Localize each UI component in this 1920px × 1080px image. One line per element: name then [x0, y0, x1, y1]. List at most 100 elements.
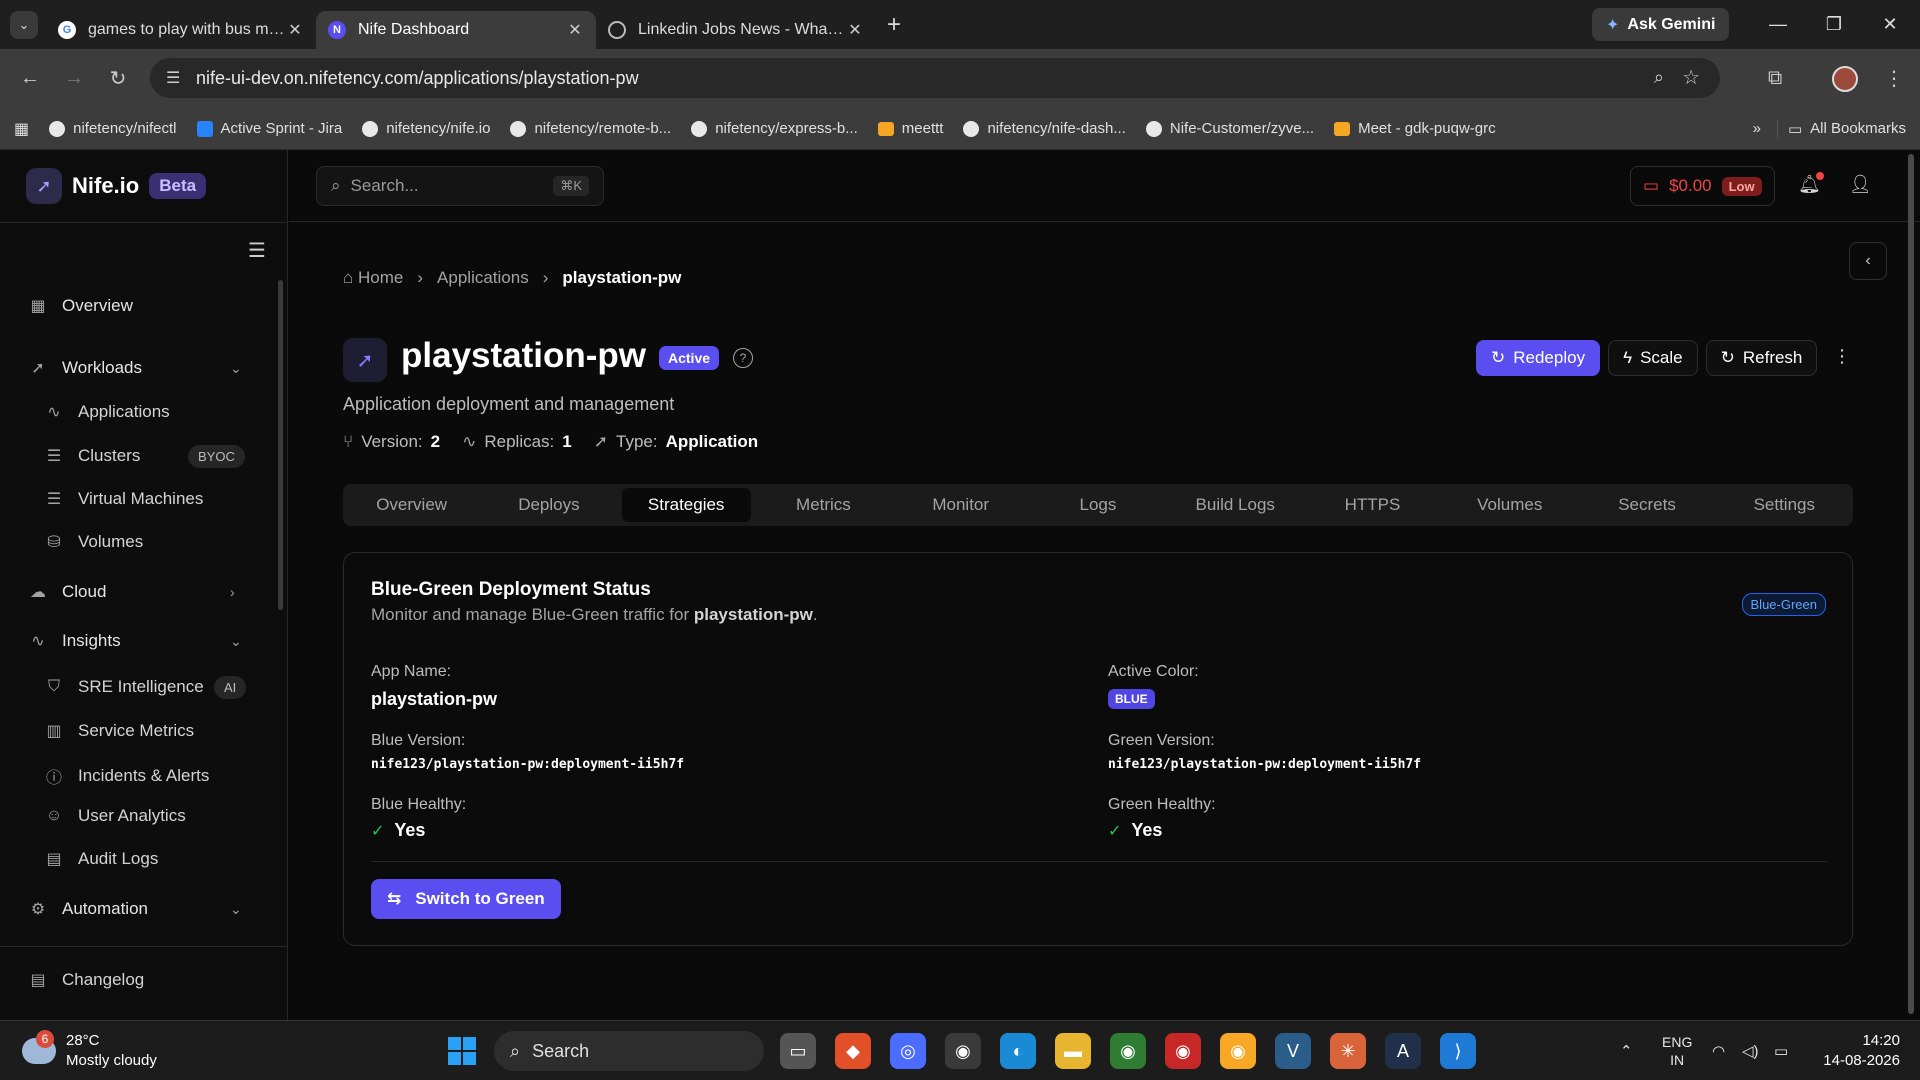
- copilot-icon[interactable]: ◎: [890, 1033, 926, 1069]
- tab-secrets[interactable]: Secrets: [1582, 488, 1711, 522]
- sidebar-item-service-metrics[interactable]: ▥ Service Metrics: [44, 721, 194, 741]
- chrome-icon[interactable]: ◉: [1165, 1033, 1201, 1069]
- chevron-up-icon[interactable]: ⌃: [1620, 1021, 1633, 1080]
- tab-build-logs[interactable]: Build Logs: [1171, 488, 1300, 522]
- close-tab-icon[interactable]: ✕: [846, 20, 864, 40]
- page-scrollbar[interactable]: [1908, 154, 1914, 1014]
- claude-icon[interactable]: ✳: [1330, 1033, 1366, 1069]
- tab-metrics[interactable]: Metrics: [759, 488, 888, 522]
- browser-tab-1[interactable]: G games to play with bus mates - ✕: [46, 11, 316, 49]
- browser-tab-3[interactable]: Linkedin Jobs News - WhatsApp ✕: [596, 11, 876, 49]
- sidebar-item-virtual-machines[interactable]: ☰ Virtual Machines: [44, 489, 204, 509]
- tab-monitor[interactable]: Monitor: [896, 488, 1025, 522]
- language-indicator[interactable]: ENG IN: [1662, 1021, 1692, 1080]
- bookmark-item[interactable]: Nife-Customer/zyve...: [1136, 120, 1324, 137]
- task-view-icon[interactable]: ▭: [780, 1033, 816, 1069]
- minimize-icon[interactable]: —: [1750, 0, 1806, 49]
- taskbar-search[interactable]: ⌕ Search: [494, 1031, 764, 1071]
- search-input[interactable]: ⌕ Search... ⌘K: [316, 166, 604, 206]
- chevron-down-icon[interactable]: ⌄: [230, 360, 242, 377]
- apps-grid-icon[interactable]: ▦: [0, 119, 39, 139]
- sidebar-item-changelog[interactable]: ▤ Changelog: [28, 970, 144, 990]
- restore-icon[interactable]: ❐: [1806, 0, 1862, 49]
- menu-toggle-icon[interactable]: ☰: [248, 238, 266, 263]
- chrome-icon[interactable]: ◉: [1220, 1033, 1256, 1069]
- volume-icon[interactable]: ◁): [1742, 1021, 1759, 1080]
- sidebar-section-workloads[interactable]: ➚ Workloads: [28, 358, 252, 378]
- zoom-icon[interactable]: ⌕: [1654, 67, 1664, 88]
- brave-icon[interactable]: ◆: [835, 1033, 871, 1069]
- browser-tab-2[interactable]: N Nife Dashboard ✕: [316, 10, 596, 49]
- sidebar-scrollbar[interactable]: [278, 280, 283, 610]
- close-window-icon[interactable]: ✕: [1862, 0, 1918, 49]
- bookmark-item[interactable]: Meet - gdk-puqw-grc: [1324, 120, 1506, 137]
- tab-strategies[interactable]: Strategies: [621, 488, 751, 522]
- tab-search-dropdown-icon[interactable]: ⌄: [10, 10, 38, 39]
- tab-logs[interactable]: Logs: [1033, 488, 1162, 522]
- profile-avatar[interactable]: [1832, 49, 1858, 108]
- app-icon[interactable]: A: [1385, 1033, 1421, 1069]
- sidebar-section-cloud[interactable]: ☁ Cloud: [28, 582, 106, 602]
- edge-icon[interactable]: ◐: [1000, 1033, 1036, 1069]
- bookmark-star-icon[interactable]: ☆: [1682, 65, 1700, 90]
- vscode-icon[interactable]: ⟩: [1440, 1033, 1476, 1069]
- battery-icon[interactable]: ▭: [1774, 1021, 1788, 1080]
- sidebar-item-incidents-alerts[interactable]: ⓘ Incidents & Alerts: [44, 764, 209, 788]
- clock[interactable]: 14:20 14-08-2026: [1818, 1031, 1900, 1071]
- tab-settings[interactable]: Settings: [1720, 488, 1849, 522]
- weather-widget[interactable]: 6 28°C Mostly cloudy: [22, 1030, 157, 1071]
- address-bar[interactable]: ☰ nife-ui-dev.on.nifetency.com/applicati…: [150, 58, 1720, 98]
- bookmark-item[interactable]: nifetency/nife-dash...: [953, 120, 1135, 137]
- brand[interactable]: ➚ Nife.io Beta: [26, 168, 207, 204]
- ask-gemini-button[interactable]: ✦ Ask Gemini: [1592, 8, 1730, 41]
- close-tab-icon[interactable]: ✕: [566, 20, 584, 40]
- bookmark-item[interactable]: nifetency/remote-b...: [500, 120, 681, 137]
- bookmark-item[interactable]: Active Sprint - Jira: [187, 120, 353, 137]
- chevron-left-icon[interactable]: ‹: [1849, 242, 1887, 280]
- sidebar-section-insights[interactable]: ∿ Insights: [28, 631, 120, 651]
- wifi-icon[interactable]: ◠: [1712, 1021, 1725, 1080]
- sidebar-item-applications[interactable]: ∿ Applications: [44, 402, 169, 422]
- more-bookmarks-icon[interactable]: »: [1743, 120, 1771, 137]
- sidebar-item-volumes[interactable]: ⛁ Volumes: [44, 532, 143, 552]
- scale-button[interactable]: ϟ Scale: [1608, 340, 1698, 376]
- refresh-button[interactable]: ↻ Refresh: [1705, 340, 1818, 376]
- all-bookmarks-button[interactable]: ▭ All Bookmarks: [1776, 119, 1920, 138]
- bookmark-item[interactable]: nifetency/express-b...: [681, 120, 868, 137]
- new-tab-button[interactable]: +: [876, 11, 912, 39]
- sidebar-section-automation[interactable]: ⚙ Automation: [28, 899, 148, 919]
- sidebar-item-audit-logs[interactable]: ▤ Audit Logs: [44, 849, 158, 869]
- reload-icon[interactable]: ↻: [96, 66, 140, 91]
- tab-volumes[interactable]: Volumes: [1445, 488, 1574, 522]
- close-tab-icon[interactable]: ✕: [286, 20, 304, 40]
- sidebar-item-clusters[interactable]: ☰ Clusters: [44, 446, 141, 466]
- breadcrumb-applications[interactable]: Applications: [437, 268, 529, 288]
- site-info-icon[interactable]: ☰: [166, 68, 180, 88]
- chevron-down-icon[interactable]: ⌄: [230, 901, 242, 918]
- forward-icon[interactable]: →: [52, 67, 96, 90]
- windows-start-icon[interactable]: [448, 1037, 476, 1065]
- extensions-icon[interactable]: ⧉: [1768, 49, 1782, 108]
- bookmark-item[interactable]: nifetency/nifectl: [39, 120, 186, 137]
- balance-button[interactable]: ▭ $0.00 Low: [1630, 166, 1775, 206]
- file-explorer-icon[interactable]: ▬: [1055, 1033, 1091, 1069]
- browser-menu-icon[interactable]: ⋮: [1884, 49, 1904, 108]
- switch-to-green-button[interactable]: ⇆ Switch to Green: [371, 879, 561, 919]
- chrome-icon[interactable]: ◉: [945, 1033, 981, 1069]
- chevron-down-icon[interactable]: ⌄: [230, 633, 242, 650]
- bookmark-item[interactable]: meettt: [868, 120, 954, 137]
- back-icon[interactable]: ←: [8, 67, 52, 90]
- tab-deploys[interactable]: Deploys: [484, 488, 613, 522]
- more-options-icon[interactable]: ⋮: [1833, 346, 1851, 367]
- redeploy-button[interactable]: ↻ Redeploy: [1476, 340, 1601, 376]
- tab-overview[interactable]: Overview: [347, 488, 476, 522]
- user-icon[interactable]: 👤︎: [1849, 174, 1872, 195]
- help-icon[interactable]: ?: [733, 348, 753, 368]
- bookmark-item[interactable]: nifetency/nife.io: [352, 120, 500, 137]
- sidebar-item-overview[interactable]: ▦ Overview: [28, 296, 132, 316]
- app-icon[interactable]: V: [1275, 1033, 1311, 1069]
- breadcrumb-home[interactable]: ⌂ Home: [343, 268, 403, 288]
- sidebar-item-user-analytics[interactable]: ☺ User Analytics: [44, 806, 186, 826]
- chevron-right-icon[interactable]: ›: [230, 584, 235, 600]
- chrome-icon[interactable]: ◉: [1110, 1033, 1146, 1069]
